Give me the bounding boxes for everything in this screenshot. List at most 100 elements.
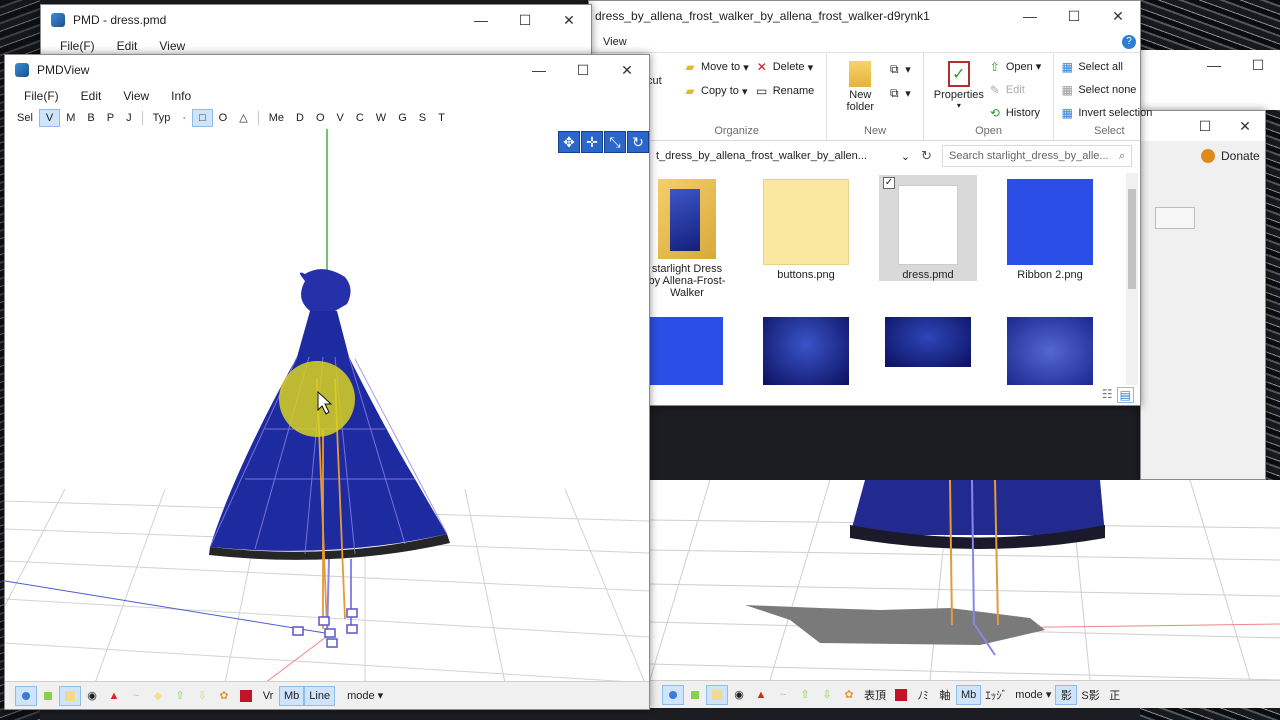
mb-toggle[interactable]: Mb (279, 685, 305, 706)
close-icon[interactable]: ✕ (547, 5, 591, 35)
tool-square[interactable]: □ (192, 109, 213, 127)
vertical-scrollbar[interactable] (1126, 173, 1138, 385)
file-item[interactable] (1001, 317, 1099, 389)
select-none-button[interactable]: ▦ Select none (1060, 80, 1152, 99)
new-item-icon[interactable]: ⧉ ▾ (887, 59, 911, 79)
bone-toggle[interactable]: ◉ (81, 686, 103, 706)
tool-triangle[interactable]: △ (233, 109, 253, 127)
tool-typ[interactable]: Typ (147, 109, 177, 127)
view-toggle-1[interactable] (662, 684, 684, 705)
close-icon[interactable]: ✕ (1225, 111, 1265, 141)
tool-w[interactable]: W (370, 109, 392, 127)
tool-dot[interactable]: · (176, 109, 192, 127)
maximize-icon[interactable]: ☐ (503, 5, 547, 35)
tool-v[interactable]: V (38, 109, 61, 127)
up-toggle[interactable]: ⇧ (169, 686, 191, 706)
label-nomi[interactable]: ﾉﾐ (912, 685, 934, 705)
mb-toggle[interactable]: Mb (956, 684, 982, 705)
pan-icon[interactable]: ✛ (581, 131, 603, 153)
menu-file[interactable]: File(F) (49, 39, 106, 53)
file-item[interactable]: Ribbon 2.png (1001, 179, 1099, 281)
new-folder-button[interactable]: New folder (833, 57, 887, 122)
view-toggle-6[interactable]: ~ (772, 685, 794, 705)
move-view-icon[interactable]: ✥ (558, 131, 580, 153)
mode-dropdown[interactable]: mode ▾ (1011, 685, 1055, 705)
address-bar[interactable]: t_dress_by_allena_frost_walker_by_allen.… (649, 145, 918, 167)
3d-viewport[interactable]: ✥ ✛ ⤡ ↻ (5, 129, 649, 683)
invert-selection-button[interactable]: ▦ Invert selection (1060, 103, 1153, 122)
tool-sel[interactable]: Sel (17, 109, 39, 127)
select-all-button[interactable]: ▦ Select all (1060, 57, 1152, 76)
view-toggle-9[interactable]: ✿ (838, 685, 860, 705)
checkbox-icon[interactable]: ✓ (883, 177, 895, 189)
menu-file[interactable]: File(F) (13, 89, 70, 103)
move-to-button[interactable]: ▰ Move to ▾ (683, 57, 748, 77)
tool-d[interactable]: D (290, 109, 310, 127)
view-toggle-3[interactable] (706, 684, 728, 705)
properties-button[interactable]: ✓ Properties ▾ (930, 57, 988, 122)
file-item-selected[interactable]: ✓ dress.pmd (879, 175, 977, 281)
zoom-icon[interactable]: ⤡ (604, 131, 626, 153)
view-toggle-7[interactable]: ⇧ (794, 685, 816, 705)
maximize-icon[interactable]: ☐ (1236, 50, 1280, 80)
edit-button[interactable]: ✎ Edit (988, 80, 1042, 99)
donate-button[interactable]: Donate (1141, 141, 1265, 163)
minimize-icon[interactable]: — (517, 55, 561, 85)
down-toggle[interactable]: ⇩ (191, 686, 213, 706)
copy-to-button[interactable]: ▰ Copy to ▾ (683, 81, 749, 101)
label-hyochou[interactable]: 表頂 (860, 685, 890, 705)
maximize-icon[interactable]: ☐ (1052, 1, 1096, 31)
minimize-icon[interactable]: — (459, 5, 503, 35)
tool-p[interactable]: P (101, 109, 120, 127)
minimize-icon[interactable]: — (1192, 50, 1236, 80)
rename-button[interactable]: ▭ Rename (755, 81, 814, 101)
file-item[interactable] (645, 317, 725, 389)
rotate-icon[interactable]: ↻ (627, 131, 649, 153)
chevron-down-icon[interactable]: ⌄ (901, 150, 910, 163)
color-swatch[interactable] (890, 685, 912, 705)
view-toggle-4[interactable]: ◉ (728, 685, 750, 705)
menu-view[interactable]: View (148, 39, 196, 53)
menu-view[interactable]: View (112, 89, 160, 103)
menu-edit[interactable]: Edit (106, 39, 149, 53)
menu-info[interactable]: Info (160, 89, 202, 103)
help-icon[interactable]: ? (1122, 34, 1136, 49)
close-icon[interactable]: ✕ (605, 55, 649, 85)
view-toggle-2[interactable] (684, 685, 706, 705)
right-3d-viewport[interactable] (649, 479, 1280, 681)
close-icon[interactable]: ✕ (1096, 1, 1140, 31)
vertex-toggle[interactable] (15, 685, 37, 706)
file-item[interactable]: starlight Dress by Allena-Frost-Walker (645, 179, 729, 299)
vr-button[interactable]: Vr (257, 686, 279, 706)
search-input[interactable]: Search starlight_dress_by_alle... ⌕ (942, 145, 1132, 167)
color-swatch[interactable] (235, 686, 257, 706)
tool-s[interactable]: S (413, 109, 432, 127)
menu-edit[interactable]: Edit (70, 89, 113, 103)
maximize-icon[interactable]: ☐ (561, 55, 605, 85)
label-edge[interactable]: ｴｯｼﾞ (981, 685, 1011, 705)
mode-dropdown[interactable]: mode ▾ (343, 686, 387, 706)
tool-g[interactable]: G (392, 109, 413, 127)
details-view-icon[interactable]: ☷ (1102, 387, 1113, 403)
history-button[interactable]: ⟲ History (988, 103, 1042, 122)
wire-toggle[interactable]: ~ (125, 686, 147, 706)
label-jiku[interactable]: 軸 (934, 685, 956, 705)
label-s-kage[interactable]: S影 (1077, 685, 1103, 705)
tool-c[interactable]: C (350, 109, 370, 127)
tool-m[interactable]: M (60, 109, 81, 127)
view-toggle-8[interactable]: ⇩ (816, 685, 838, 705)
tool-t[interactable]: T (432, 109, 451, 127)
tool-circle[interactable]: O (213, 109, 234, 127)
dropdown[interactable] (1155, 207, 1195, 229)
line-toggle[interactable]: Line (304, 685, 336, 706)
tool-o[interactable]: O (310, 109, 331, 127)
view-toggle-5[interactable]: ▲ (750, 685, 772, 705)
tool-v2[interactable]: V (331, 109, 350, 127)
file-item[interactable] (757, 317, 855, 389)
label-kage[interactable]: 影 (1055, 684, 1078, 705)
maximize-icon[interactable]: ☐ (1185, 111, 1225, 141)
minimize-icon[interactable]: — (1008, 1, 1052, 31)
tool-j[interactable]: J (120, 109, 138, 127)
ik-toggle[interactable]: ▲ (103, 686, 125, 706)
physics-toggle[interactable]: ✿ (213, 686, 235, 706)
